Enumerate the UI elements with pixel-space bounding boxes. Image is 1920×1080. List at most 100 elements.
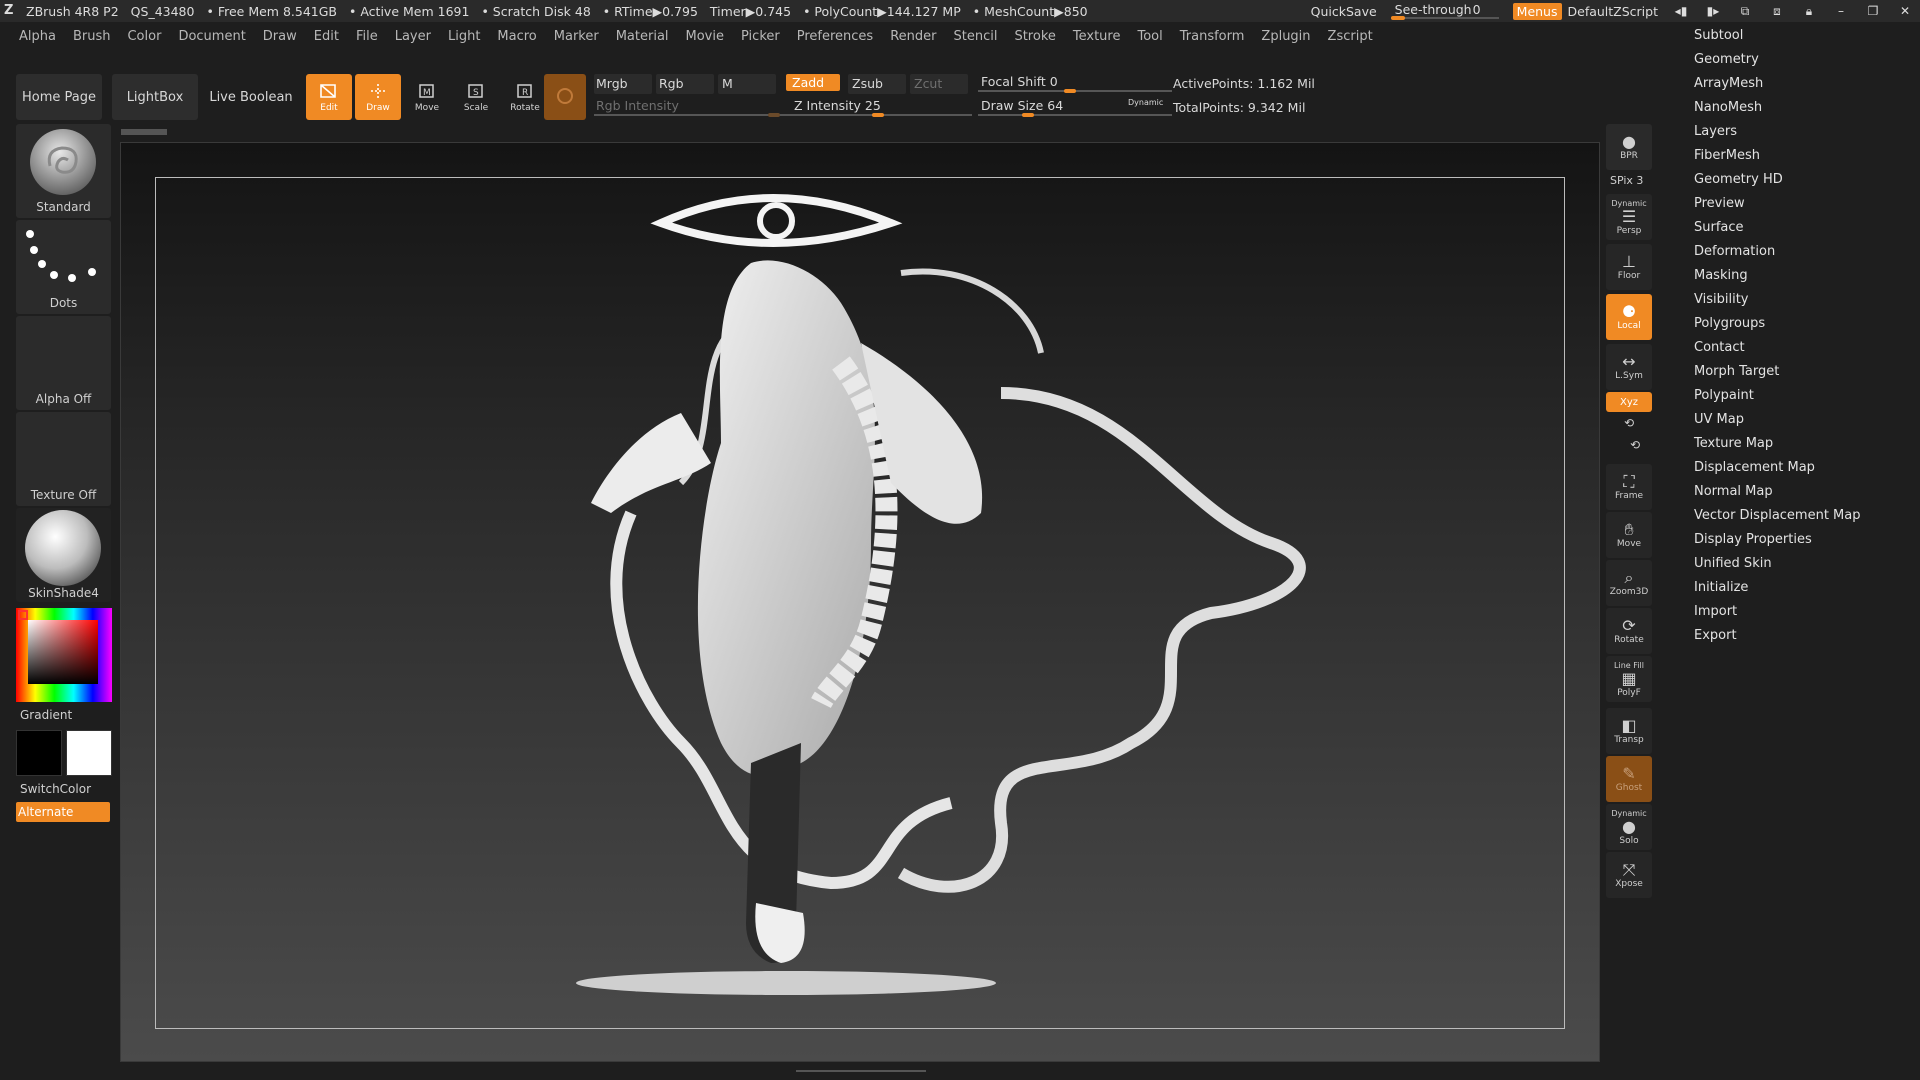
draw-size-knob[interactable]	[1022, 113, 1034, 117]
menu-material[interactable]: Material	[616, 29, 669, 44]
gradient-label[interactable]: Gradient	[16, 708, 111, 722]
menu-render[interactable]: Render	[890, 29, 936, 44]
scale-button[interactable]: S Scale	[453, 74, 499, 120]
main-color-swatch[interactable]	[16, 730, 62, 776]
tool-palette-geometry-hd[interactable]: Geometry HD	[1694, 170, 1920, 194]
menu-alpha[interactable]: Alpha	[19, 29, 56, 44]
menu-edit[interactable]: Edit	[314, 29, 339, 44]
polyf-button[interactable]: Line Fill ▦ PolyF	[1606, 656, 1652, 702]
tool-palette-morph-target[interactable]: Morph Target	[1694, 362, 1920, 386]
tool-palette-arraymesh[interactable]: ArrayMesh	[1694, 74, 1920, 98]
tool-palette-unified-skin[interactable]: Unified Skin	[1694, 554, 1920, 578]
z-intensity-slider[interactable]: Z Intensity 25	[794, 98, 881, 113]
menu-picker[interactable]: Picker	[741, 29, 780, 44]
quicksave-button[interactable]: QuickSave	[1311, 4, 1377, 19]
menu-color[interactable]: Color	[127, 29, 161, 44]
lock-icon[interactable]: 🔒︎	[1800, 4, 1818, 19]
dynamic-size-toggle[interactable]: Dynamic	[1128, 98, 1163, 107]
persp-button[interactable]: Dynamic ☰ Persp	[1606, 194, 1652, 240]
alternate-button[interactable]: Alternate	[16, 802, 110, 822]
menus-toggle[interactable]: Menus	[1512, 2, 1562, 20]
tool-palette-vector-displacement-map[interactable]: Vector Displacement Map	[1694, 506, 1920, 530]
zcut-toggle[interactable]: Zcut	[914, 76, 942, 91]
frame-button[interactable]: ⛶ Frame	[1606, 464, 1652, 510]
material-swatch-button[interactable]	[544, 74, 586, 120]
tool-palette-export[interactable]: Export	[1694, 626, 1920, 650]
z-intensity-knob[interactable]	[872, 113, 884, 117]
switch-color-button[interactable]: SwitchColor	[16, 782, 111, 796]
z-rotate-icon[interactable]: ⟲	[1630, 438, 1640, 452]
move-button[interactable]: M Move	[404, 74, 450, 120]
zadd-toggle[interactable]: Zadd	[786, 74, 841, 91]
draw-size-slider[interactable]: Draw Size 64	[981, 98, 1063, 113]
menu-brush[interactable]: Brush	[73, 29, 111, 44]
top-scroll-handle[interactable]	[121, 129, 167, 135]
document-canvas[interactable]	[120, 129, 1600, 1062]
tool-palette-uv-map[interactable]: UV Map	[1694, 410, 1920, 434]
tool-palette-import[interactable]: Import	[1694, 602, 1920, 626]
tool-palette-masking[interactable]: Masking	[1694, 266, 1920, 290]
menu-movie[interactable]: Movie	[686, 29, 724, 44]
solo-button[interactable]: Dynamic ● Solo	[1606, 804, 1652, 850]
tool-palette-layers[interactable]: Layers	[1694, 122, 1920, 146]
m-toggle[interactable]: M	[722, 76, 733, 91]
menu-preferences[interactable]: Preferences	[797, 29, 873, 44]
xpose-button[interactable]: ⤧ Xpose	[1606, 852, 1652, 898]
bottom-shelf-handle[interactable]	[796, 1070, 926, 1076]
see-through-knob[interactable]	[1390, 16, 1405, 20]
menu-transform[interactable]: Transform	[1180, 29, 1245, 44]
ui-layout-icon[interactable]: ⧈	[1768, 4, 1786, 19]
focal-shift-knob[interactable]	[1064, 89, 1076, 93]
spix-slider[interactable]: SPix 3	[1610, 174, 1643, 187]
minimize-icon[interactable]: –	[1832, 4, 1850, 18]
zoom3d-button[interactable]: ⌕ Zoom3D	[1606, 560, 1652, 606]
mrgb-toggle[interactable]: Mrgb	[596, 76, 628, 91]
lightbox-button[interactable]: LightBox	[112, 74, 198, 120]
tool-palette-initialize[interactable]: Initialize	[1694, 578, 1920, 602]
bpr-button[interactable]: ● BPR	[1606, 124, 1652, 170]
tool-palette-preview[interactable]: Preview	[1694, 194, 1920, 218]
color-picker[interactable]	[16, 608, 112, 702]
tool-palette-subtool[interactable]: Subtool	[1694, 26, 1920, 50]
see-through-slider[interactable]: See-through 0	[1390, 2, 1499, 20]
default-zscript-button[interactable]: DefaultZScript	[1568, 4, 1659, 19]
tool-palette-polypaint[interactable]: Polypaint	[1694, 386, 1920, 410]
close-icon[interactable]: ✕	[1896, 4, 1914, 18]
restore-icon[interactable]: ❐	[1864, 4, 1882, 18]
focal-shift-slider[interactable]: Focal Shift 0	[981, 74, 1058, 89]
menu-marker[interactable]: Marker	[554, 29, 599, 44]
rgb-intensity-knob[interactable]	[768, 113, 780, 117]
rgb-toggle[interactable]: Rgb	[659, 76, 684, 91]
move-view-button[interactable]: ✋︎ Move	[1606, 512, 1652, 558]
color-picker-square[interactable]	[28, 620, 98, 684]
transp-button[interactable]: ◧ Transp	[1606, 708, 1652, 754]
menu-document[interactable]: Document	[178, 29, 245, 44]
ghost-button[interactable]: ✎ Ghost	[1606, 756, 1652, 802]
tool-palette-display-properties[interactable]: Display Properties	[1694, 530, 1920, 554]
menu-zplugin[interactable]: Zplugin	[1261, 29, 1310, 44]
menu-file[interactable]: File	[356, 29, 378, 44]
home-page-button[interactable]: Home Page	[16, 74, 102, 120]
menu-draw[interactable]: Draw	[263, 29, 297, 44]
sculpt-model[interactable]	[571, 183, 1371, 1003]
menu-layer[interactable]: Layer	[395, 29, 431, 44]
edit-button[interactable]: Edit	[306, 74, 352, 120]
tool-palette-nanomesh[interactable]: NanoMesh	[1694, 98, 1920, 122]
tool-palette-polygroups[interactable]: Polygroups	[1694, 314, 1920, 338]
rgb-intensity-slider[interactable]: Rgb Intensity	[596, 98, 679, 113]
tool-palette-surface[interactable]: Surface	[1694, 218, 1920, 242]
live-boolean-button[interactable]: Live Boolean	[208, 74, 294, 120]
y-rotate-icon[interactable]: ⟲	[1624, 416, 1634, 430]
secondary-color-swatch[interactable]	[66, 730, 112, 776]
menu-macro[interactable]: Macro	[497, 29, 536, 44]
floor-button[interactable]: ⊥ Floor	[1606, 244, 1652, 290]
draw-button[interactable]: Draw	[355, 74, 401, 120]
rotate-view-button[interactable]: ⟳ Rotate	[1606, 608, 1652, 654]
tool-palette-displacement-map[interactable]: Displacement Map	[1694, 458, 1920, 482]
local-button[interactable]: ⚈ Local	[1606, 294, 1652, 340]
layout-right-icon[interactable]: ▮▸	[1704, 4, 1722, 18]
zsub-toggle[interactable]: Zsub	[852, 76, 883, 91]
menu-tool[interactable]: Tool	[1137, 29, 1162, 44]
menu-stroke[interactable]: Stroke	[1014, 29, 1055, 44]
tool-palette-texture-map[interactable]: Texture Map	[1694, 434, 1920, 458]
